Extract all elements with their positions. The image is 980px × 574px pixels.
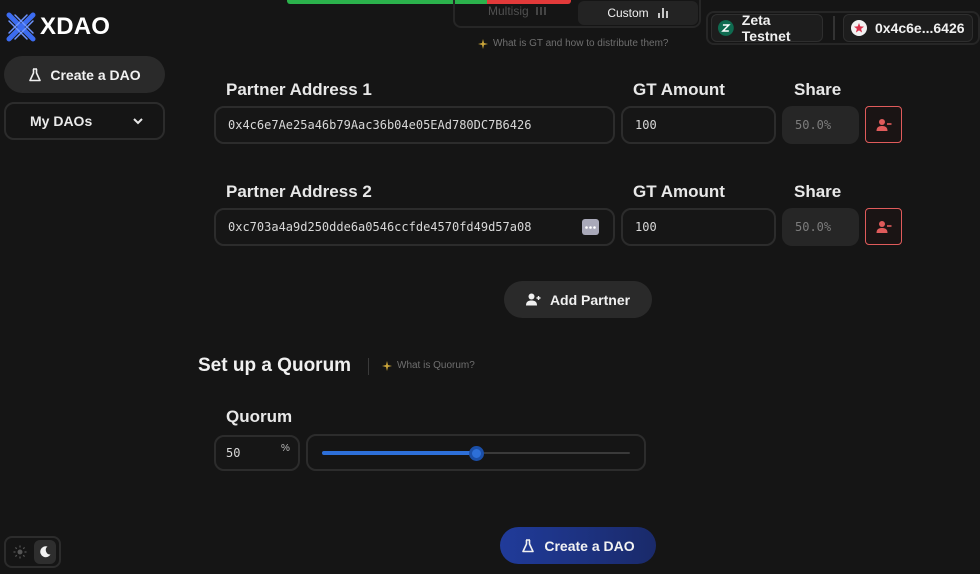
quorum-unit: % bbox=[281, 443, 290, 454]
header-divider bbox=[833, 16, 835, 40]
bar-chart-icon bbox=[657, 8, 668, 18]
partner-2-share: 50.0% bbox=[782, 208, 859, 246]
partner-2-amount-value: 100 bbox=[635, 220, 657, 234]
my-daos-dropdown[interactable]: My DAOs bbox=[4, 102, 165, 140]
account-button[interactable]: 0x4c6e...6426 bbox=[843, 14, 973, 42]
chevron-down-icon bbox=[133, 117, 143, 124]
partner-2-amount-label: GT Amount bbox=[633, 182, 725, 201]
quorum-label: Quorum bbox=[226, 407, 293, 426]
sparkle-icon bbox=[478, 38, 488, 49]
partner-2-remove-button[interactable] bbox=[865, 208, 902, 245]
create-dao-button[interactable]: Create a DAO bbox=[500, 527, 656, 564]
autofill-button[interactable] bbox=[582, 219, 599, 235]
light-mode-option[interactable] bbox=[9, 540, 32, 564]
quorum-slider-thumb[interactable] bbox=[468, 446, 484, 461]
partner-1-amount-value: 100 bbox=[635, 118, 657, 132]
partner-2-address-value: 0xc703a4a9d250dde6a0546ccfde4570fd49d57a… bbox=[228, 220, 532, 234]
partner-2-share-value: 50.0% bbox=[795, 220, 832, 234]
quorum-slider-fill bbox=[322, 451, 476, 455]
partner-1-amount-label: GT Amount bbox=[633, 80, 725, 99]
quorum-value: 50 bbox=[226, 446, 241, 460]
account-address: 0x4c6e...6426 bbox=[875, 20, 965, 36]
tab-custom[interactable]: Custom bbox=[578, 1, 698, 25]
theme-toggle[interactable] bbox=[4, 536, 61, 568]
gt-info-text: What is GT and how to distribute them? bbox=[493, 38, 669, 49]
tab-custom-label: Custom bbox=[607, 6, 649, 20]
gt-info-link[interactable]: What is GT and how to distribute them? bbox=[478, 38, 668, 49]
partner-1-share-value: 50.0% bbox=[795, 118, 832, 132]
app-title: XDAO bbox=[40, 13, 111, 40]
partner-2-amount-input[interactable]: 100 bbox=[621, 208, 776, 246]
account-avatar-icon bbox=[851, 20, 867, 36]
partner-2-address-input[interactable]: 0xc703a4a9d250dde6a0546ccfde4570fd49d57a… bbox=[214, 208, 615, 246]
sidebar-create-dao-button[interactable]: Create a DAO bbox=[4, 56, 165, 93]
multisig-icon bbox=[535, 7, 546, 15]
partner-1-share: 50.0% bbox=[782, 106, 859, 144]
flask-icon bbox=[522, 538, 535, 552]
remove-user-icon bbox=[876, 118, 891, 131]
quorum-info-link[interactable]: What is Quorum? bbox=[382, 360, 475, 371]
tab-multisig-label: Multisig bbox=[488, 4, 529, 18]
quorum-title-divider bbox=[368, 358, 369, 375]
partner-1-share-label: Share bbox=[794, 80, 842, 99]
partner-2-share-label: Share bbox=[794, 182, 842, 201]
partner-1-amount-input[interactable]: 100 bbox=[621, 106, 776, 144]
partner-1-address-label: Partner Address 1 bbox=[226, 80, 372, 99]
quorum-info-text: What is Quorum? bbox=[397, 360, 475, 371]
more-dots-icon bbox=[585, 225, 596, 229]
add-user-icon bbox=[525, 293, 541, 306]
moon-icon bbox=[40, 546, 51, 558]
network-selector[interactable]: Zeta Testnet bbox=[711, 12, 823, 44]
quorum-section-title: Set up a Quorum bbox=[198, 355, 352, 376]
sun-icon bbox=[13, 545, 27, 559]
my-daos-label: My DAOs bbox=[30, 113, 93, 129]
add-partner-button[interactable]: Add Partner bbox=[504, 281, 652, 318]
partner-1-address-value: 0x4c6e7Ae25a46b79Aac36b04e05EAd780DC7B64… bbox=[228, 118, 532, 132]
sidebar-create-dao-label: Create a DAO bbox=[50, 66, 141, 83]
add-partner-label: Add Partner bbox=[549, 291, 631, 308]
xdao-logo-icon bbox=[6, 12, 36, 42]
tab-multisig[interactable]: Multisig bbox=[488, 4, 547, 18]
network-name: Zeta Testnet bbox=[741, 12, 791, 44]
create-dao-label: Create a DAO bbox=[544, 537, 635, 554]
partner-1-remove-button[interactable] bbox=[865, 106, 902, 143]
partner-2-address-label: Partner Address 2 bbox=[226, 182, 372, 201]
zeta-network-icon bbox=[718, 20, 734, 36]
dark-mode-option[interactable] bbox=[33, 540, 56, 564]
app-logo[interactable]: XDAO bbox=[6, 12, 110, 42]
flask-icon bbox=[29, 67, 42, 81]
sparkle-icon bbox=[382, 360, 392, 371]
remove-user-icon bbox=[876, 220, 891, 233]
partner-1-address-input[interactable]: 0x4c6e7Ae25a46b79Aac36b04e05EAd780DC7B64… bbox=[214, 106, 615, 144]
